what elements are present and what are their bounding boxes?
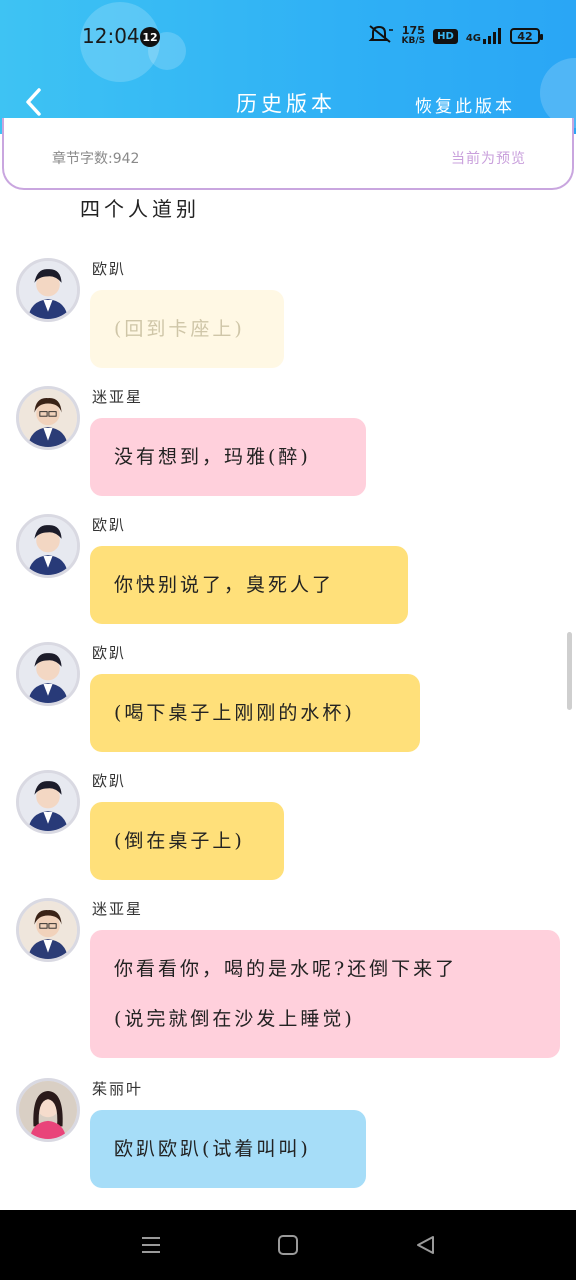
back-button[interactable] (18, 84, 48, 120)
chapter-info-card: 章节字数:942 当前为预览 (2, 118, 574, 190)
section-title: 四个人道别 (80, 197, 200, 221)
preview-label: 当前为预览 (451, 151, 526, 167)
avatar[interactable] (16, 514, 80, 578)
home-button[interactable] (273, 1232, 303, 1258)
speaker-name: 迷亚星 (92, 388, 144, 406)
speaker-name: 迷亚星 (92, 900, 144, 918)
chevron-left-icon (26, 88, 41, 116)
avatar[interactable] (16, 1078, 80, 1142)
net-speed-value: 175 (401, 24, 425, 37)
avatar[interactable] (16, 898, 80, 962)
mute-icon (368, 24, 394, 48)
status-icons: 175 KB/S HD 4G 42 (368, 24, 543, 48)
restore-version-button[interactable]: 恢复此版本 (415, 92, 515, 117)
message-text: (回到卡座上) (114, 318, 245, 340)
hd-badge: HD (433, 28, 458, 44)
status-time: 12:04 (82, 24, 140, 48)
speaker-name: 茱丽叶 (92, 1080, 144, 1098)
speaker-name: 欧趴 (92, 516, 127, 534)
message-text: 你看看你，喝的是水呢?还倒下来了 (114, 958, 458, 980)
message-text: 没有想到，玛雅(醉) (114, 446, 311, 468)
message-bubble: (喝下桌子上刚刚的水杯) (90, 674, 420, 752)
system-nav-bar (0, 1210, 576, 1280)
signal-icon: 4G (466, 28, 502, 44)
speaker-name: 欧趴 (92, 644, 127, 662)
message-bubble: (倒在桌子上) (90, 802, 284, 880)
avatar[interactable] (16, 770, 80, 834)
message-bubble: 你看看你，喝的是水呢?还倒下来了 (说完就倒在沙发上睡觉) (90, 930, 560, 1058)
message-bubble: 你快别说了，臭死人了 (90, 546, 408, 624)
message-text: (喝下桌子上刚刚的水杯) (114, 702, 355, 724)
avatar[interactable] (16, 386, 80, 450)
notification-badge: 12 (140, 27, 160, 47)
message-text: (倒在桌子上) (114, 830, 245, 852)
message-text: (说完就倒在沙发上睡觉) (114, 1008, 355, 1030)
net-speed: 175 KB/S (402, 25, 426, 47)
message-text: 你快别说了，臭死人了 (114, 574, 335, 596)
message-bubble: 欧趴欧趴(试着叫叫) (90, 1110, 366, 1188)
battery-icon: 42 (510, 28, 543, 44)
speaker-name: 欧趴 (92, 772, 127, 790)
page-title: 历史版本 (236, 92, 336, 116)
message-text: 欧趴欧趴(试着叫叫) (114, 1138, 311, 1160)
signal-label: 4G (465, 33, 481, 44)
speaker-name: 欧趴 (92, 260, 127, 278)
word-count: 章节字数:942 (52, 151, 140, 167)
avatar[interactable] (16, 642, 80, 706)
net-speed-unit: KB/S (401, 36, 426, 46)
message-bubble: 没有想到，玛雅(醉) (90, 418, 366, 496)
app-header: 12:04 12 175 KB/S HD 4G 42 历史版本 恢复此版本 (0, 0, 576, 134)
scrollbar[interactable] (567, 632, 572, 710)
avatar[interactable] (16, 258, 80, 322)
menu-button[interactable] (136, 1232, 166, 1258)
home-icon (278, 1235, 298, 1255)
nav-back-button[interactable] (410, 1232, 440, 1258)
message-bubble: (回到卡座上) (90, 290, 284, 368)
status-bar: 12:04 12 175 KB/S HD 4G 42 (0, 0, 576, 70)
triangle-back-icon (417, 1236, 434, 1254)
menu-icon (142, 1237, 160, 1253)
